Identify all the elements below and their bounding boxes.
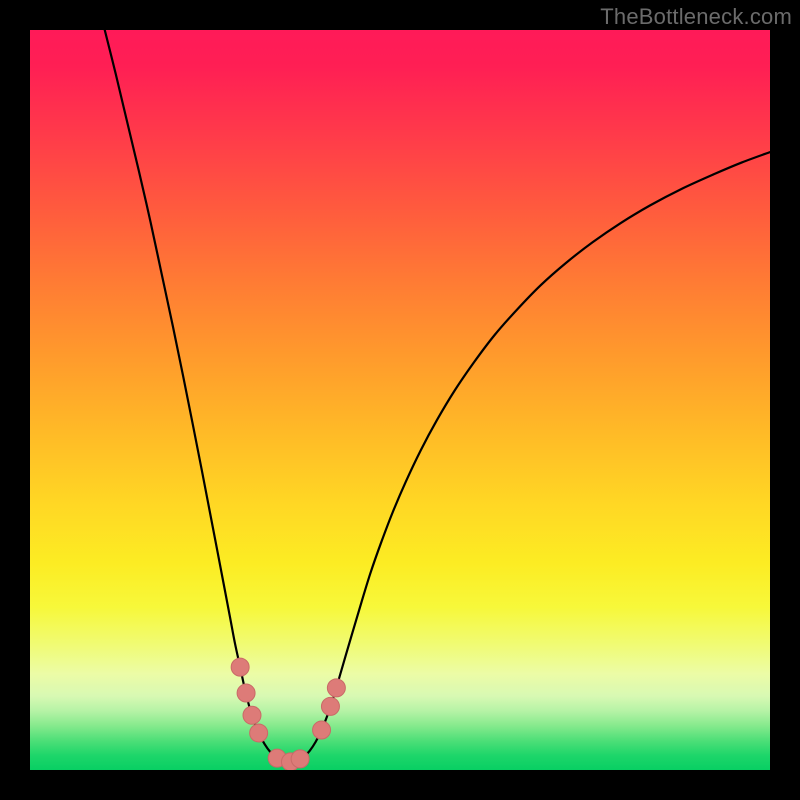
valley-marker [231,658,249,676]
valley-marker [321,697,339,715]
chart-frame: TheBottleneck.com [0,0,800,800]
plot-area [30,30,770,770]
valley-marker [327,679,345,697]
valley-marker [243,706,261,724]
valley-marker [291,750,309,768]
valley-markers [231,658,345,770]
valley-marker [250,724,268,742]
marker-layer [30,30,770,770]
watermark-text: TheBottleneck.com [600,4,792,30]
valley-marker [237,684,255,702]
valley-marker [313,721,331,739]
